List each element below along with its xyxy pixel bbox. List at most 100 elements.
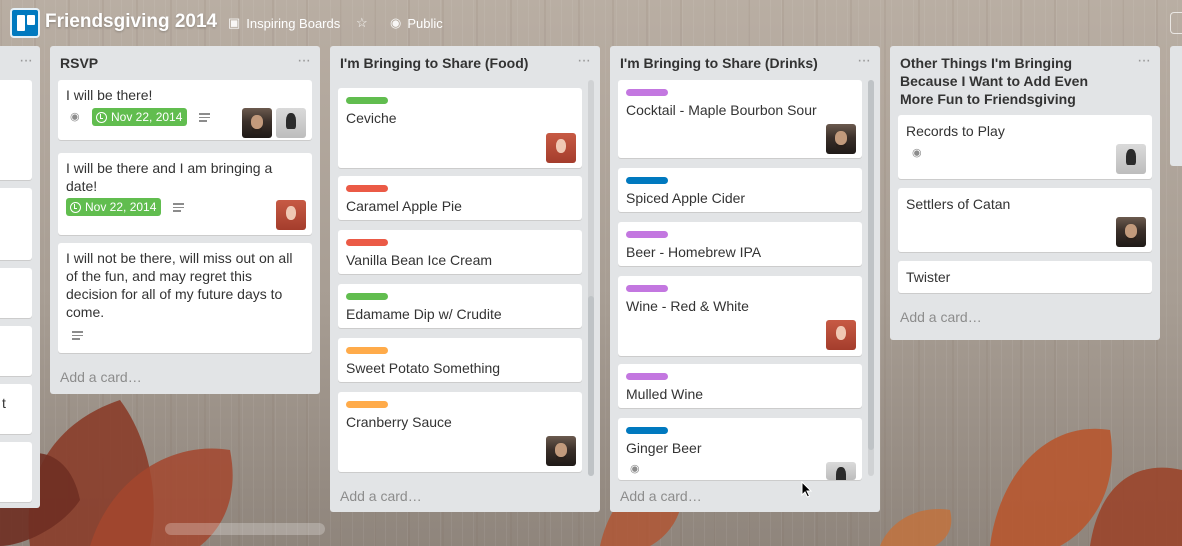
card[interactable]: Beer - Homebrew IPA [618,222,862,266]
card-title: Records to Play [906,123,1005,139]
list-menu-icon[interactable]: ··· [19,52,33,70]
card-title: Wine - Red & White [626,298,749,314]
add-card-button[interactable]: Add a card… [900,309,982,325]
card[interactable]: Vanilla Bean Ice Cream [338,230,582,274]
card-label [626,427,668,434]
card-title: Caramel Apple Pie [346,198,462,214]
board-horizontal-scrollbar[interactable] [165,523,325,535]
card[interactable]: Cranberry Sauce [338,392,582,472]
card[interactable]: Sweet Potato Something [338,338,582,382]
trello-logo-icon[interactable] [10,8,40,38]
list-menu-icon[interactable]: ··· [577,52,591,70]
card[interactable]: Ginger Beer ◉ [618,418,862,480]
card[interactable]: Caramel Apple Pie [338,176,582,220]
card[interactable]: Edamame Dip w/ Crudite [338,284,582,328]
card[interactable]: I will be there and I am bringing a date… [58,153,312,235]
globe-icon: ◉ [390,15,402,30]
sidebar-toggle[interactable] [1170,12,1182,34]
card-label [626,373,668,380]
card-partial[interactable] [0,80,32,180]
card-label [346,239,388,246]
list-title[interactable]: I'm Bringing to Share (Food) [340,54,528,72]
card[interactable]: Wine - Red & White [618,276,862,356]
card[interactable]: Records to Play ◉ [898,115,1152,179]
list-rsvp: RSVP ··· I will be there! ◉ Nov 22, 2014… [50,46,320,394]
team-link[interactable]: ▣ Inspiring Boards [228,15,340,31]
avatar[interactable] [826,124,856,154]
board-title[interactable]: Friendsgiving 2014 [45,11,217,33]
eye-icon: ◉ [630,463,640,475]
card-title: Beer - Homebrew IPA [626,244,762,260]
briefcase-icon: ▣ [228,15,241,30]
list-menu-icon[interactable]: ··· [1137,52,1151,70]
card-title: Ceviche [346,110,397,126]
description-icon [72,331,83,340]
card-title: Ginger Beer [626,440,702,456]
card-partial[interactable] [0,442,32,502]
eye-icon: ◉ [70,111,80,123]
list-scrollbar-thumb[interactable] [588,296,594,476]
card[interactable]: Cocktail - Maple Bourbon Sour [618,80,862,158]
card-label [626,285,668,292]
eye-icon: ◉ [912,147,922,159]
card[interactable]: Twister [898,261,1152,293]
avatar[interactable] [546,436,576,466]
card[interactable]: Settlers of Catan [898,188,1152,252]
card[interactable]: I will be there! ◉ Nov 22, 2014 [58,80,312,140]
card[interactable]: Ceviche [338,88,582,168]
card-label [626,89,668,96]
card-partial[interactable] [0,268,32,318]
card-title: Cocktail - Maple Bourbon Sour [626,102,817,118]
clock-icon [96,111,107,123]
description-icon [199,113,210,122]
avatar[interactable] [1116,217,1146,247]
card-title: Edamame Dip w/ Crudite [346,306,502,322]
card[interactable]: I will not be there, will miss out on al… [58,243,312,353]
card[interactable]: Spiced Apple Cider [618,168,862,212]
list-partial-left: ··· t [0,46,40,508]
list-menu-icon[interactable]: ··· [857,52,871,70]
avatar[interactable] [826,320,856,350]
list-scrollbar-thumb[interactable] [868,80,874,450]
card-partial[interactable] [0,326,32,376]
avatar[interactable] [276,200,306,230]
card-title: Settlers of Catan [906,196,1011,212]
card-title: I will be there and I am bringing a date… [66,160,273,194]
card-title: Spiced Apple Cider [626,190,746,206]
card-title: Sweet Potato Something [346,360,501,376]
list-menu-icon[interactable]: ··· [297,52,311,70]
card-title: Cranberry Sauce [346,414,452,430]
card-title: Vanilla Bean Ice Cream [346,252,493,268]
add-card-button[interactable]: Add a card… [60,369,142,385]
avatar[interactable] [546,133,576,163]
list-title[interactable]: I'm Bringing to Share (Drinks) [620,54,818,72]
list-title[interactable]: RSVP [60,54,98,72]
avatar[interactable] [1116,144,1146,174]
card-title: t [2,395,6,411]
visibility-button[interactable]: ◉ Public [390,15,443,31]
card-label [346,401,388,408]
team-label: Inspiring Boards [246,15,341,31]
card-title: Twister [906,269,951,285]
list-title[interactable]: Other Things I'm Bringing Because I Want… [900,54,1120,108]
card-partial[interactable]: t [0,384,32,434]
list-other-things: Other Things I'm Bringing Because I Want… [890,46,1160,340]
avatar[interactable] [276,108,306,138]
card-label [626,177,668,184]
card-partial[interactable] [0,188,32,260]
mouse-cursor-icon [801,481,813,498]
star-button[interactable]: ☆ [356,15,368,31]
card-label [346,185,388,192]
card-label [626,231,668,238]
board-header: Friendsgiving 2014 ▣ Inspiring Boards ☆ … [0,0,1182,44]
list-partial-right [1170,46,1182,166]
add-card-button[interactable]: Add a card… [340,488,422,504]
avatar[interactable] [826,462,856,480]
card-label [346,347,388,354]
add-card-button[interactable]: Add a card… [620,488,702,504]
due-date-badge: Nov 22, 2014 [92,108,188,126]
card-title: I will be there! [66,87,153,103]
avatar[interactable] [242,108,272,138]
visibility-label: Public [407,15,443,31]
card[interactable]: Mulled Wine [618,364,862,408]
